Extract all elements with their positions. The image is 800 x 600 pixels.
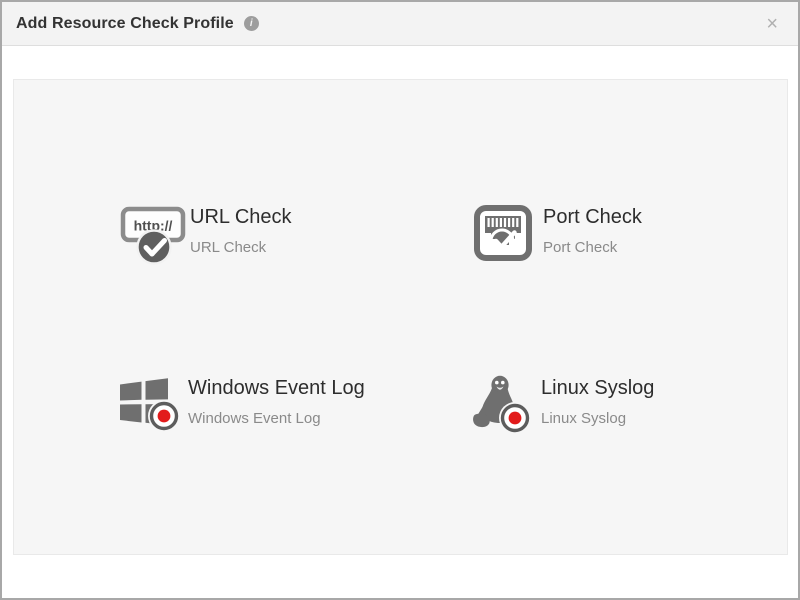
option-windows-event-log[interactable]: Windows Event Log Windows Event Log (118, 375, 365, 435)
port-check-icon (473, 204, 543, 264)
option-subtitle: Linux Syslog (541, 410, 654, 428)
option-subtitle: Windows Event Log (188, 410, 365, 428)
option-title: Windows Event Log (188, 376, 365, 400)
close-icon[interactable]: × (760, 12, 784, 36)
option-subtitle: Port Check (543, 239, 642, 257)
option-subtitle: URL Check (190, 239, 292, 257)
option-url-check[interactable]: http:// URL Check URL Check (120, 204, 292, 264)
option-title: Linux Syslog (541, 376, 654, 400)
add-resource-check-profile-dialog: Add Resource Check Profile i × http:// U… (0, 0, 800, 600)
option-linux-syslog[interactable]: Linux Syslog Linux Syslog (471, 375, 654, 435)
linux-syslog-icon (471, 375, 541, 435)
dialog-title: Add Resource Check Profile (16, 15, 234, 33)
check-type-panel: http:// URL Check URL Check (13, 79, 788, 555)
windows-event-log-icon (118, 375, 188, 435)
dialog-header: Add Resource Check Profile i × (2, 2, 798, 46)
option-title: Port Check (543, 205, 642, 229)
option-title: URL Check (190, 205, 292, 229)
info-icon[interactable]: i (244, 16, 259, 31)
option-port-check[interactable]: Port Check Port Check (473, 204, 642, 264)
url-check-icon: http:// (120, 204, 190, 264)
